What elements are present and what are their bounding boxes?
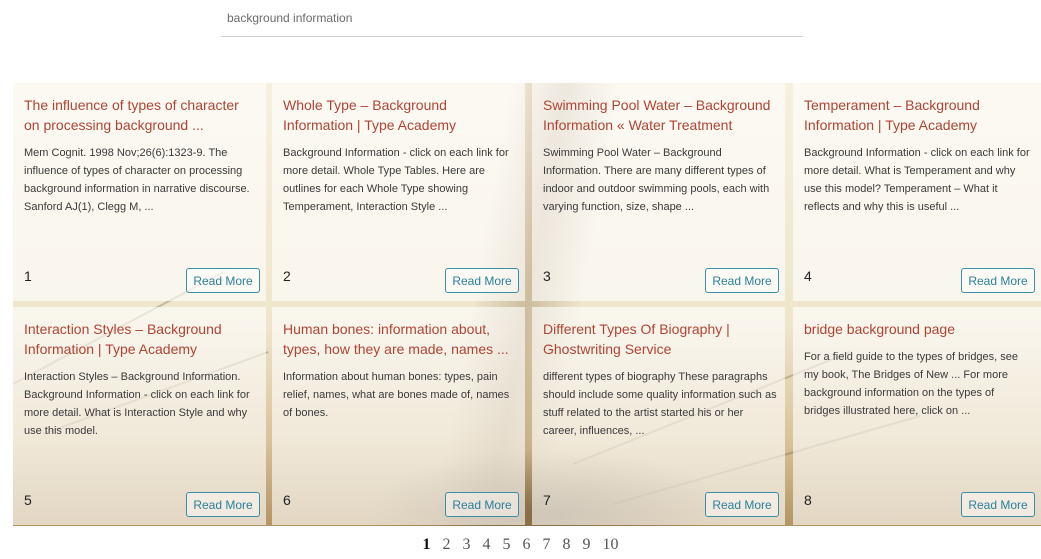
page-link[interactable]: 1 (423, 536, 431, 554)
result-description: Background Information - click on each l… (283, 147, 509, 213)
search-bar (221, 0, 803, 37)
result-card: Human bones: information about, types, h… (272, 307, 525, 525)
result-description: Swimming Pool Water – Background Informa… (543, 147, 770, 213)
result-title-link[interactable]: Human bones: information about, types, h… (283, 319, 517, 359)
result-description: Background Information - click on each l… (804, 147, 1030, 213)
pagination: 1 2 3 4 5 6 7 8 9 10 (0, 536, 1041, 554)
read-more-button[interactable]: Read More (961, 492, 1035, 517)
result-title-link[interactable]: Different Types Of Biography | Ghostwrit… (543, 319, 777, 359)
result-card: The influence of types of character on p… (13, 83, 266, 301)
read-more-button[interactable]: Read More (705, 492, 779, 517)
result-card: bridge background page For a field guide… (793, 307, 1041, 525)
result-card: Interaction Styles – Background Informat… (13, 307, 266, 525)
result-description: For a field guide to the types of bridge… (804, 351, 1019, 417)
result-description: different types of biography These parag… (543, 371, 777, 437)
result-number: 1 (24, 268, 32, 284)
result-description: Interaction Styles – Background Informat… (24, 371, 250, 437)
page-link[interactable]: 3 (463, 536, 471, 554)
result-number: 3 (543, 268, 551, 284)
result-description: Mem Cognit. 1998 Nov;26(6):1323-9. The i… (24, 147, 250, 213)
read-more-button[interactable]: Read More (961, 268, 1035, 293)
read-more-button[interactable]: Read More (445, 492, 519, 517)
result-number: 8 (804, 492, 812, 508)
read-more-button[interactable]: Read More (705, 268, 779, 293)
result-number: 4 (804, 268, 812, 284)
result-card: Different Types Of Biography | Ghostwrit… (532, 307, 785, 525)
page-link[interactable]: 9 (583, 536, 591, 554)
result-title-link[interactable]: Temperament – Background Information | T… (804, 95, 1033, 135)
result-title-link[interactable]: The influence of types of character on p… (24, 95, 258, 135)
read-more-button[interactable]: Read More (186, 268, 260, 293)
result-card: Temperament – Background Information | T… (793, 83, 1041, 301)
page-link[interactable]: 7 (543, 536, 551, 554)
result-number: 5 (24, 492, 32, 508)
page-link[interactable]: 8 (563, 536, 571, 554)
result-number: 2 (283, 268, 291, 284)
search-input[interactable] (225, 6, 799, 30)
result-title-link[interactable]: Swimming Pool Water – Background Informa… (543, 95, 777, 135)
page-link[interactable]: 6 (523, 536, 531, 554)
page-link[interactable]: 2 (443, 536, 451, 554)
read-more-button[interactable]: Read More (186, 492, 260, 517)
page-link[interactable]: 10 (603, 536, 619, 554)
read-more-button[interactable]: Read More (445, 268, 519, 293)
result-title-link[interactable]: bridge background page (804, 319, 1033, 339)
result-card: Swimming Pool Water – Background Informa… (532, 83, 785, 301)
page-link[interactable]: 4 (483, 536, 491, 554)
page-link[interactable]: 5 (503, 536, 511, 554)
result-number: 6 (283, 492, 291, 508)
result-number: 7 (543, 492, 551, 508)
result-title-link[interactable]: Interaction Styles – Background Informat… (24, 319, 258, 359)
results-grid: The influence of types of character on p… (13, 83, 1041, 526)
result-card: Whole Type – Background Information | Ty… (272, 83, 525, 301)
result-title-link[interactable]: Whole Type – Background Information | Ty… (283, 95, 517, 135)
result-description: Information about human bones: types, pa… (283, 371, 510, 419)
